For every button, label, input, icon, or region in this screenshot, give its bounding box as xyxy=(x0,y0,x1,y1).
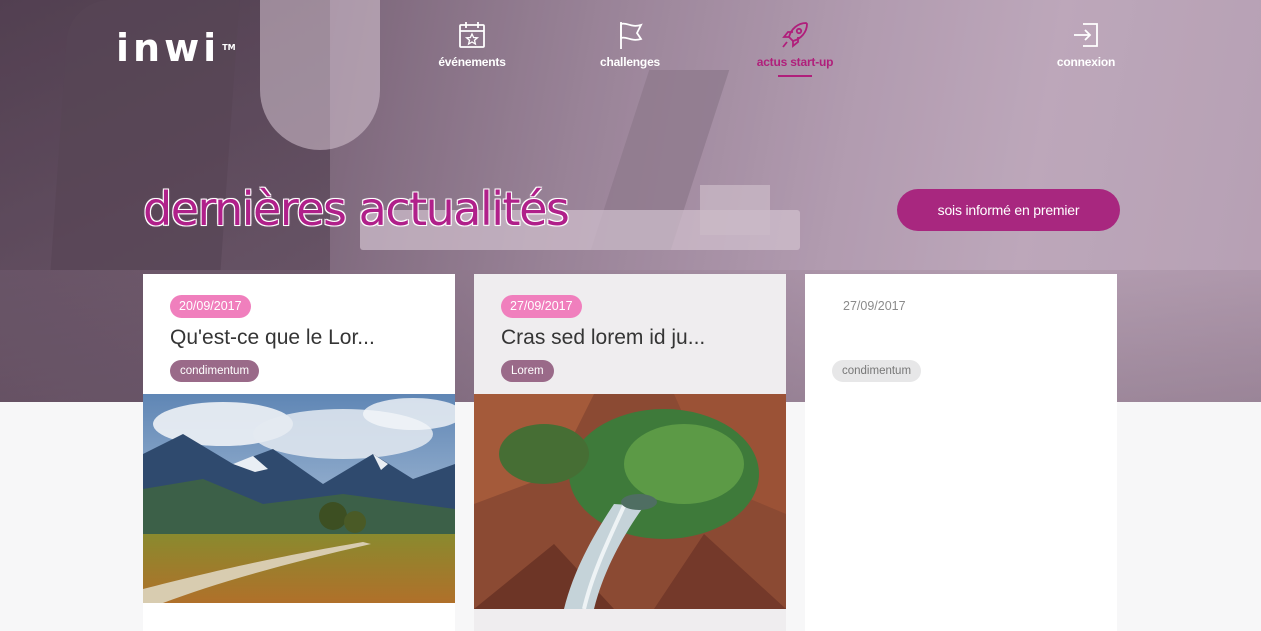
article-date-badge: 20/09/2017 xyxy=(170,295,251,318)
article-card[interactable]: 27/09/2017 Cras sed lorem id ju... Lorem xyxy=(474,274,786,631)
article-image-canyon[interactable] xyxy=(474,394,786,609)
nav-connexion[interactable]: connexion xyxy=(1031,20,1141,69)
subscribe-button[interactable]: sois informé en premier xyxy=(897,189,1120,231)
nav-actus-startup-label: actus start-up xyxy=(756,55,834,69)
article-date-badge: 27/09/2017 xyxy=(501,295,582,318)
nav-challenges[interactable]: challenges xyxy=(575,20,685,69)
article-image-landscape[interactable] xyxy=(143,394,455,603)
article-card[interactable]: 27/09/2017 condimentum xyxy=(805,274,1117,631)
rocket-icon xyxy=(782,22,808,48)
nav-evenements-label: événements xyxy=(438,55,506,69)
page-headline: dernières actualités xyxy=(143,182,570,236)
inwi-logo[interactable]: inwi TM xyxy=(116,29,236,67)
article-tag[interactable]: condimentum xyxy=(832,360,922,382)
logo-trademark: TM xyxy=(222,43,236,52)
article-card[interactable]: 20/09/2017 Qu'est-ce que le Lor... condi… xyxy=(143,274,455,631)
article-tag[interactable]: Lorem xyxy=(501,360,554,382)
article-title[interactable]: Qu'est-ce que le Lor... xyxy=(170,326,375,350)
article-date: 27/09/2017 xyxy=(843,299,906,313)
logo-text: inwi xyxy=(116,26,221,70)
calendar-star-icon xyxy=(459,22,485,48)
nav-challenges-label: challenges xyxy=(599,55,661,69)
nav-connexion-label: connexion xyxy=(1056,55,1116,69)
article-tag[interactable]: condimentum xyxy=(170,360,260,382)
article-title[interactable]: Cras sed lorem id ju... xyxy=(501,326,705,350)
nav-actus-startup[interactable]: actus start-up xyxy=(740,20,850,77)
nav-evenements[interactable]: événements xyxy=(417,20,527,69)
login-icon xyxy=(1074,23,1098,47)
flag-icon xyxy=(620,22,643,49)
active-nav-underline xyxy=(778,75,812,77)
